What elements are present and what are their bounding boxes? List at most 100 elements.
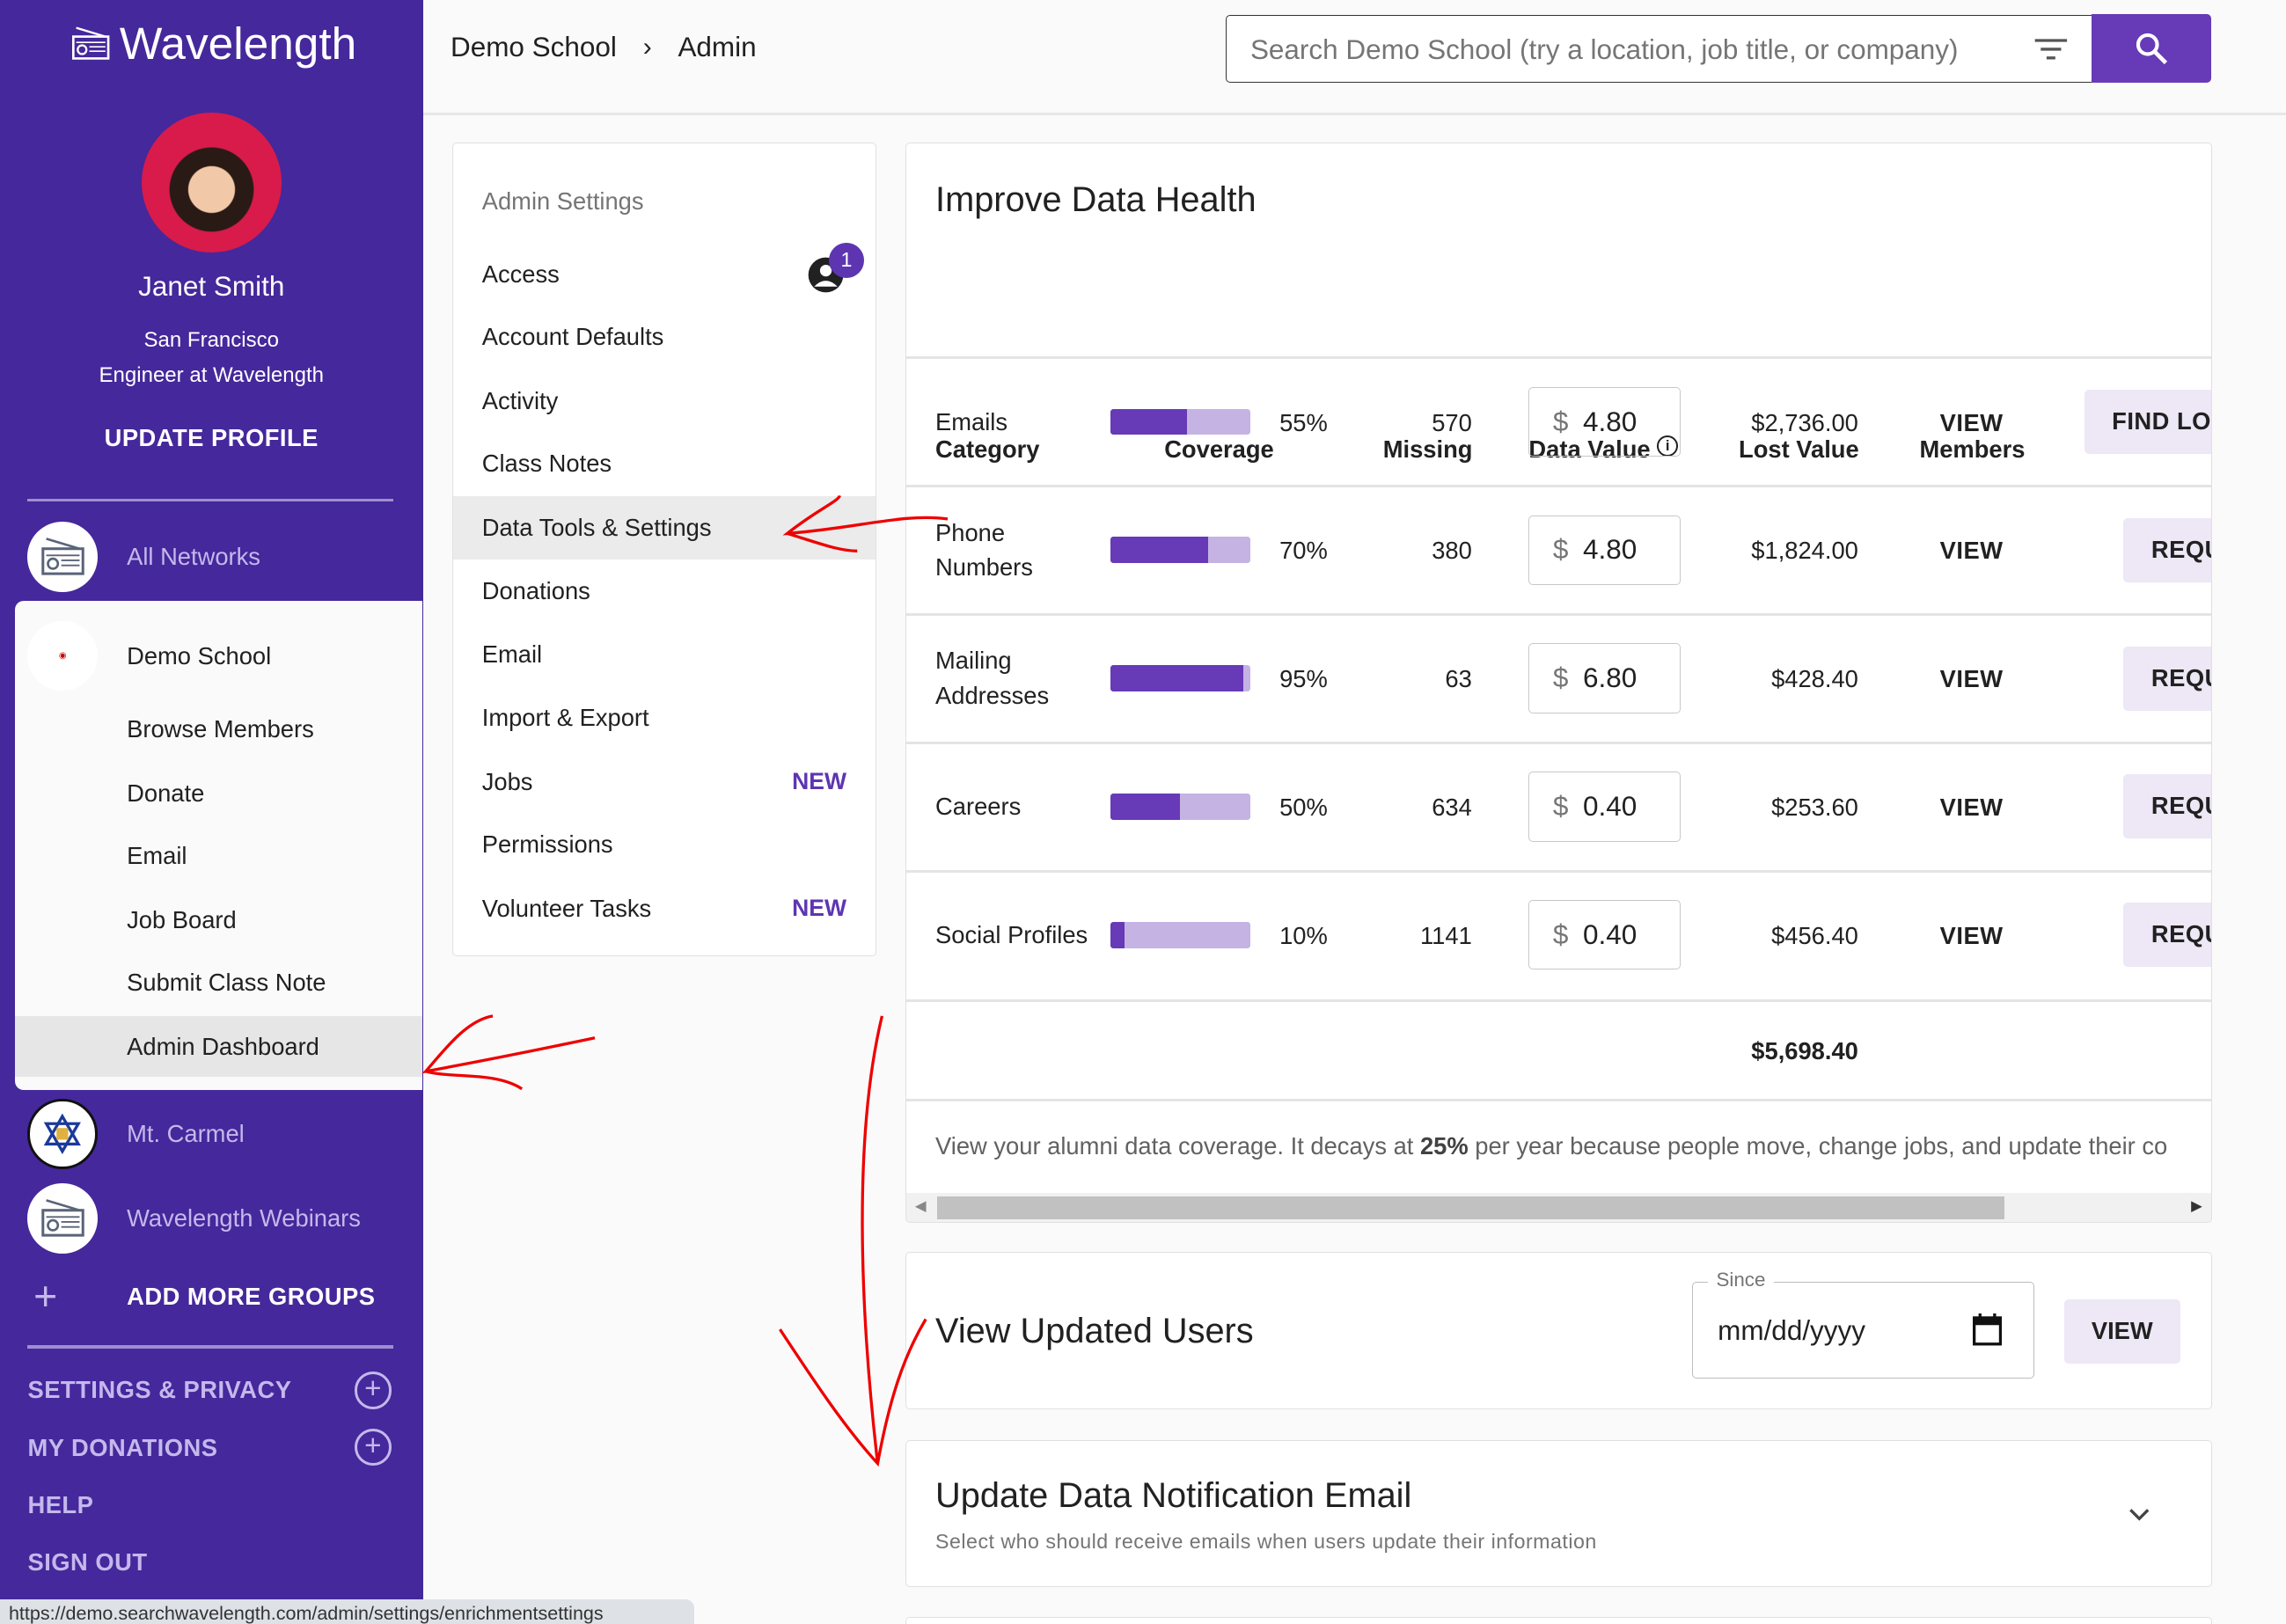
horizontal-scrollbar[interactable]: ◀ ▶ — [906, 1193, 2211, 1222]
network-demo-school[interactable]: ◉ Demo School — [15, 619, 423, 692]
logo[interactable]: Wavelength — [70, 18, 357, 69]
nav-browse-members[interactable]: Browse Members — [15, 699, 423, 760]
view-updated-users-button[interactable]: VIEW — [2064, 1299, 2181, 1364]
menu-jobs[interactable]: Jobs NEW — [453, 750, 876, 813]
search-bar — [1226, 15, 2209, 84]
plus-icon[interactable]: + — [33, 1272, 57, 1320]
admin-settings-menu: Admin Settings Access 1 Account Defaults… — [452, 143, 876, 956]
category-label: Phone Numbers — [935, 487, 1095, 612]
coverage-bar — [1110, 537, 1250, 563]
profile-location: San Francisco — [0, 328, 423, 353]
since-label: Since — [1708, 1269, 1775, 1291]
menu-volunteer-tasks[interactable]: Volunteer Tasks NEW — [453, 877, 876, 940]
help-link[interactable]: HELP — [27, 1491, 93, 1519]
sign-out-link[interactable]: SIGN OUT — [27, 1548, 147, 1576]
missing-count: 63 — [1445, 665, 1471, 693]
network-label: Wavelength Webinars — [127, 1204, 361, 1233]
view-members-button[interactable]: VIEW — [1940, 409, 2004, 437]
missing-count: 570 — [1432, 409, 1472, 437]
notification-email-card[interactable]: Update Data Notification Email Select wh… — [905, 1440, 2212, 1587]
view-members-button[interactable]: VIEW — [1940, 537, 2004, 565]
menu-donations[interactable]: Donations — [453, 560, 876, 622]
currency-symbol: $ — [1553, 662, 1569, 694]
breadcrumb-admin: Admin — [678, 32, 756, 63]
view-members-button[interactable]: VIEW — [1940, 665, 2004, 693]
menu-permissions[interactable]: Permissions — [453, 813, 876, 875]
menu-data-tools-settings[interactable]: Data Tools & Settings — [453, 496, 876, 559]
nav-job-board[interactable]: Job Board — [15, 889, 423, 951]
action-button[interactable]: REQU — [2123, 647, 2211, 711]
view-updated-users-card: View Updated Users Since mm/dd/yyyy VIEW — [905, 1252, 2212, 1409]
missing-count: 380 — [1432, 537, 1472, 565]
total-lost-value: $5,698.40 — [1751, 1037, 1858, 1065]
search-input[interactable] — [1248, 27, 2011, 74]
profile-title: Engineer at Wavelength — [0, 363, 423, 388]
scroll-right-icon[interactable]: ▶ — [2191, 1197, 2202, 1215]
date-placeholder: mm/dd/yyyy — [1718, 1315, 1865, 1347]
profile-name: Janet Smith — [0, 271, 423, 303]
since-date-field[interactable]: Since mm/dd/yyyy — [1692, 1282, 2034, 1378]
network-all-networks[interactable]: All Networks — [0, 521, 423, 594]
menu-access[interactable]: Access 1 — [453, 243, 876, 305]
my-donations-link[interactable]: MY DONATIONS — [27, 1434, 217, 1462]
menu-activity[interactable]: Activity — [453, 369, 876, 432]
action-button[interactable]: REQU — [2123, 774, 2211, 838]
data-value: 4.80 — [1583, 406, 1637, 438]
expand-plus-icon[interactable]: + — [355, 1372, 392, 1408]
card-title: Improve Data Health — [935, 180, 1257, 220]
settings-privacy-link[interactable]: SETTINGS & PRIVACY — [27, 1376, 291, 1404]
data-row-careers: Careers 50% 634 $0.40 $253.60 VIEW REQU — [906, 742, 2211, 870]
lost-value: $1,824.00 — [1751, 537, 1858, 565]
expand-plus-icon[interactable]: + — [355, 1429, 392, 1466]
breadcrumb-demo-school[interactable]: Demo School — [451, 32, 617, 63]
scrollbar-thumb[interactable] — [937, 1196, 2004, 1220]
coverage-percent: 95% — [1279, 665, 1328, 693]
network-wavelength-webinars[interactable]: Wavelength Webinars — [0, 1182, 423, 1255]
update-profile-button[interactable]: UPDATE PROFILE — [0, 424, 423, 452]
coverage-bar-fill — [1110, 922, 1125, 948]
data-value: 0.40 — [1583, 791, 1637, 823]
chevron-down-icon[interactable] — [2128, 1507, 2151, 1522]
school-logo-icon: ◉ — [27, 621, 98, 691]
action-button[interactable]: FIND LOST — [2085, 390, 2212, 454]
action-button[interactable]: REQU — [2123, 903, 2211, 967]
add-more-groups-button[interactable]: ADD MORE GROUPS — [127, 1283, 375, 1311]
coverage-bar — [1110, 409, 1250, 435]
chevron-right-icon: › — [643, 33, 652, 62]
network-label: Demo School — [127, 642, 271, 670]
data-value-input[interactable]: $0.40 — [1528, 900, 1680, 970]
menu-email[interactable]: Email — [453, 623, 876, 685]
menu-label: Jobs — [482, 768, 533, 795]
card-title: Update Data Notification Email — [935, 1476, 1411, 1516]
search-button[interactable] — [2092, 14, 2211, 83]
data-value-input[interactable]: $4.80 — [1528, 387, 1680, 457]
data-value-input[interactable]: $6.80 — [1528, 643, 1680, 713]
nav-email[interactable]: Email — [15, 825, 423, 887]
missing-count: 1141 — [1420, 922, 1472, 950]
menu-account-defaults[interactable]: Account Defaults — [453, 305, 876, 368]
lost-value: $253.60 — [1771, 794, 1858, 822]
menu-import-export[interactable]: Import & Export — [453, 686, 876, 749]
nav-donate[interactable]: Donate — [15, 763, 423, 824]
view-members-button[interactable]: VIEW — [1940, 922, 2004, 950]
nav-admin-dashboard[interactable]: Admin Dashboard — [15, 1016, 423, 1078]
calendar-icon[interactable] — [1973, 1313, 2002, 1345]
current-network-panel: ◉ Demo School Browse Members Donate Emai… — [15, 601, 423, 1091]
data-value-input[interactable]: $0.40 — [1528, 772, 1680, 842]
coverage-bar-fill — [1110, 794, 1181, 820]
nav-submit-class-note[interactable]: Submit Class Note — [15, 952, 423, 1013]
scroll-left-icon[interactable]: ◀ — [915, 1197, 927, 1215]
view-members-button[interactable]: VIEW — [1940, 794, 2004, 822]
coverage-bar — [1110, 794, 1250, 820]
coverage-bar-fill — [1110, 665, 1243, 691]
data-value: 4.80 — [1583, 534, 1637, 566]
data-value-input[interactable]: $4.80 — [1528, 516, 1680, 586]
search-icon — [2134, 31, 2169, 66]
menu-class-notes[interactable]: Class Notes — [453, 432, 876, 494]
currency-symbol: $ — [1553, 791, 1569, 823]
action-button[interactable]: REQU — [2123, 518, 2211, 582]
filter-icon[interactable] — [2033, 36, 2069, 62]
avatar[interactable] — [142, 113, 282, 252]
network-mt-carmel[interactable]: Mt. Carmel — [0, 1098, 423, 1171]
coverage-bar-fill — [1110, 409, 1187, 435]
